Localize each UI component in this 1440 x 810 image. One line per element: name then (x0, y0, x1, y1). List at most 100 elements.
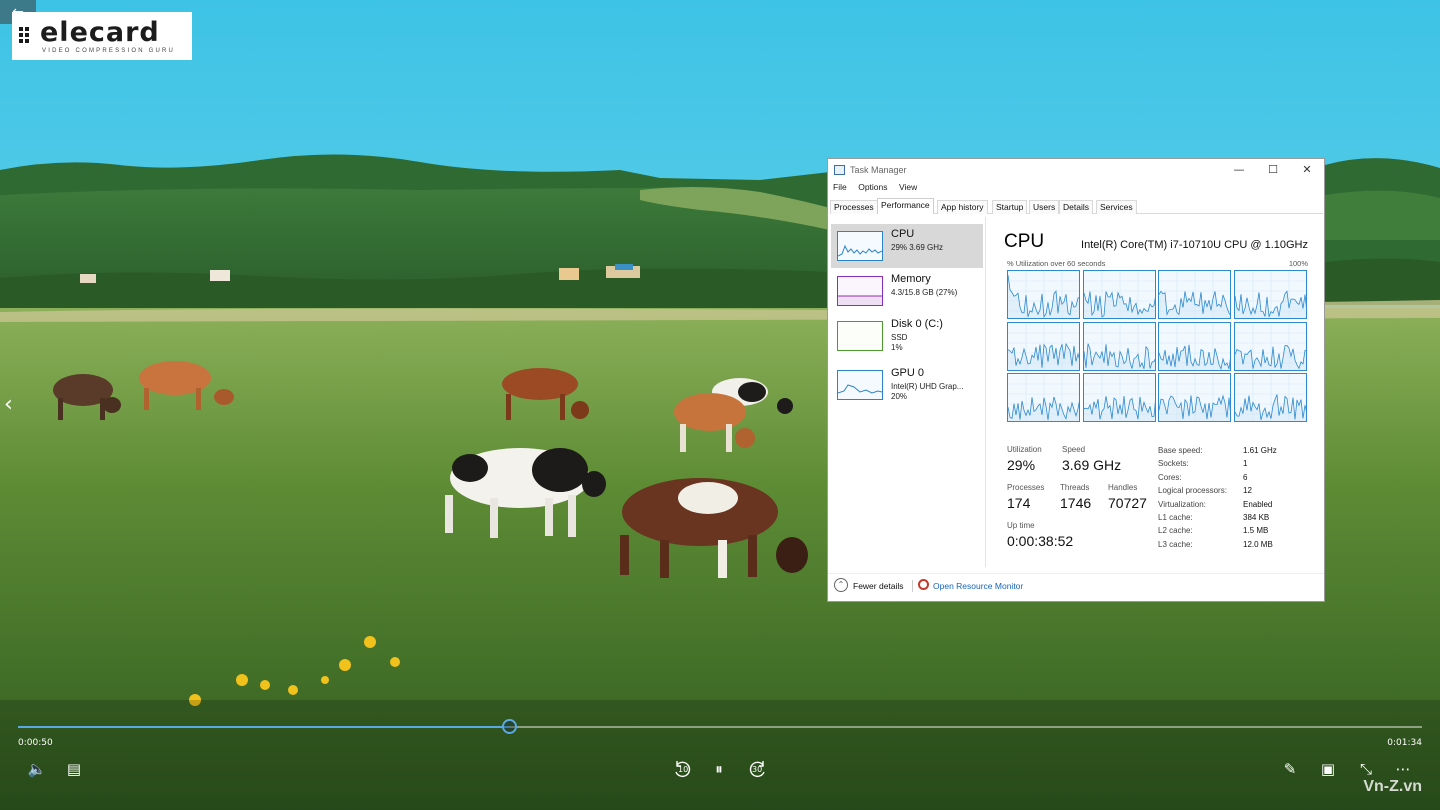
uptime-label: Up time (1007, 521, 1035, 530)
task-manager-app-icon (834, 165, 845, 175)
logo-tagline: VIDEO COMPRESSION GURU (42, 48, 176, 54)
minimize-button[interactable]: — (1222, 161, 1256, 179)
logical-processor-graph (1158, 321, 1231, 371)
total-time: 0:01:34 (1387, 738, 1422, 748)
pause-icon[interactable]: ⏸ (708, 758, 730, 780)
logical-processor-graph (1082, 270, 1156, 319)
title-bar[interactable]: Task Manager — ☐ ✕ (828, 159, 1324, 181)
logical-processor-graph (1007, 321, 1080, 371)
handles-value: 70727 (1108, 495, 1147, 511)
spec-value: 12.0 MB (1243, 539, 1273, 549)
speed-label: Speed (1062, 445, 1086, 454)
spec-value: 1.5 MB (1243, 526, 1269, 536)
spec-key: Logical processors: (1158, 486, 1227, 496)
logical-processor-graph (1158, 373, 1231, 422)
memory-mini-graph (837, 276, 883, 306)
logical-processor-graph (1233, 321, 1307, 371)
cpu-model-name: Intel(R) Core(TM) i7-10710U CPU @ 1.10GH… (1081, 239, 1308, 251)
resource-cpu[interactable]: CPU 29% 3.69 GHz (831, 224, 983, 268)
menu-options[interactable]: Options (858, 182, 887, 192)
more-options-icon[interactable]: ⋯ (1392, 758, 1414, 780)
forward-30-button[interactable]: 30 (745, 758, 769, 780)
utilization-graph-label: % Utilization over 60 seconds (1007, 259, 1106, 268)
elapsed-time: 0:00:50 (18, 738, 53, 748)
spec-key: L3 cache: (1158, 539, 1193, 549)
speed-value: 3.69 GHz (1062, 457, 1122, 473)
window-footer: ⌃ Fewer details Open Resource Monitor (828, 573, 1324, 597)
logical-processor-graph (1233, 270, 1307, 319)
resource-disk[interactable]: Disk 0 (C:) SSD 1% (831, 314, 983, 358)
logical-processor-graph (1233, 373, 1307, 422)
menu-bar: File Options View (828, 182, 921, 196)
spec-value: 1 (1243, 459, 1248, 469)
captions-icon[interactable]: ▤ (63, 758, 85, 780)
elecard-logo: elecard VIDEO COMPRESSION GURU (12, 12, 192, 60)
open-resource-monitor-link[interactable]: Open Resource Monitor (933, 581, 1023, 591)
handles-label: Handles (1108, 483, 1138, 492)
fewer-details-link[interactable]: Fewer details (853, 581, 904, 591)
spec-key: Virtualization: (1158, 499, 1206, 509)
exit-fullscreen-icon[interactable]: ⤡ (1355, 758, 1377, 780)
tab-app-history[interactable]: App history (937, 200, 988, 214)
logo-wordmark: elecard (40, 17, 160, 48)
resource-name: Disk 0 (C:) (891, 318, 943, 330)
tab-startup[interactable]: Startup (992, 200, 1028, 214)
forward-seconds-label: 30 (752, 765, 763, 774)
window-title: Task Manager (850, 165, 907, 175)
spec-value: 384 KB (1243, 513, 1270, 522)
processes-label: Processes (1007, 483, 1045, 492)
logical-processor-graph (1007, 373, 1080, 422)
volume-icon[interactable]: 🔈 (26, 758, 48, 780)
rewind-10-button[interactable]: 10 (671, 758, 695, 780)
threads-label: Threads (1060, 483, 1090, 492)
resource-detail: Intel(R) UHD Grap... (891, 382, 964, 391)
spec-value: 6 (1243, 472, 1248, 482)
utilization-value: 29% (1007, 457, 1036, 473)
tab-services[interactable]: Services (1096, 200, 1137, 214)
watermark: Vn-Z.vn (1363, 778, 1422, 795)
spec-value: 1.61 GHz (1243, 446, 1277, 455)
cpu-mini-graph (837, 231, 883, 261)
spec-value: 12 (1243, 486, 1252, 496)
resource-monitor-icon (918, 579, 929, 590)
close-button[interactable]: ✕ (1290, 161, 1324, 179)
spec-key: Cores: (1158, 472, 1182, 482)
logical-processor-graphs (1007, 270, 1307, 425)
spec-value: Enabled (1243, 499, 1273, 509)
resource-detail: 29% 3.69 GHz (891, 243, 944, 252)
task-manager-window[interactable]: Task Manager — ☐ ✕ File Options View Pro… (827, 158, 1325, 602)
tab-details[interactable]: Details (1059, 200, 1093, 214)
utilization-label: Utilization (1007, 445, 1042, 454)
processes-value: 174 (1007, 495, 1031, 511)
logical-processor-graph (1158, 270, 1231, 319)
utilization-graph-max: 100% (1288, 259, 1308, 268)
spec-key: L1 cache: (1158, 513, 1193, 522)
resource-usage: 1% (891, 343, 903, 352)
resource-memory[interactable]: Memory 4.3/15.8 GB (27%) (831, 269, 983, 313)
menu-file[interactable]: File (833, 182, 847, 192)
tab-processes[interactable]: Processes (830, 200, 878, 214)
logical-processor-graph (1007, 270, 1080, 319)
spec-key: L2 cache: (1158, 526, 1193, 536)
edit-pencil-icon[interactable]: ✎ (1279, 758, 1301, 780)
resource-name: Memory (891, 273, 931, 285)
tab-users[interactable]: Users (1029, 200, 1060, 214)
spec-key: Base speed: (1158, 446, 1203, 455)
resource-detail: SSD (891, 333, 908, 342)
gpu-mini-graph (837, 370, 883, 400)
tab-strip: Processes Performance App history Startu… (830, 198, 1323, 214)
spec-key: Sockets: (1158, 459, 1189, 469)
resource-name: GPU 0 (891, 367, 925, 379)
resource-name: CPU (891, 228, 915, 240)
logo-mark-icon (19, 27, 35, 43)
menu-view[interactable]: View (899, 182, 917, 192)
resource-list: CPU 29% 3.69 GHz Memory 4.3/15.8 GB (27%… (828, 217, 986, 567)
mini-view-icon[interactable]: ▣ (1317, 758, 1339, 780)
threads-value: 1746 (1060, 495, 1092, 511)
resource-gpu[interactable]: GPU 0 Intel(R) UHD Grap... 20% (831, 363, 983, 407)
tab-performance[interactable]: Performance (877, 198, 934, 214)
previous-chevron-icon[interactable]: ‹ (4, 392, 13, 417)
collapse-chevron-icon[interactable]: ⌃ (834, 578, 848, 592)
maximize-button[interactable]: ☐ (1256, 161, 1290, 179)
uptime-value: 0:00:38:52 (1007, 533, 1074, 549)
